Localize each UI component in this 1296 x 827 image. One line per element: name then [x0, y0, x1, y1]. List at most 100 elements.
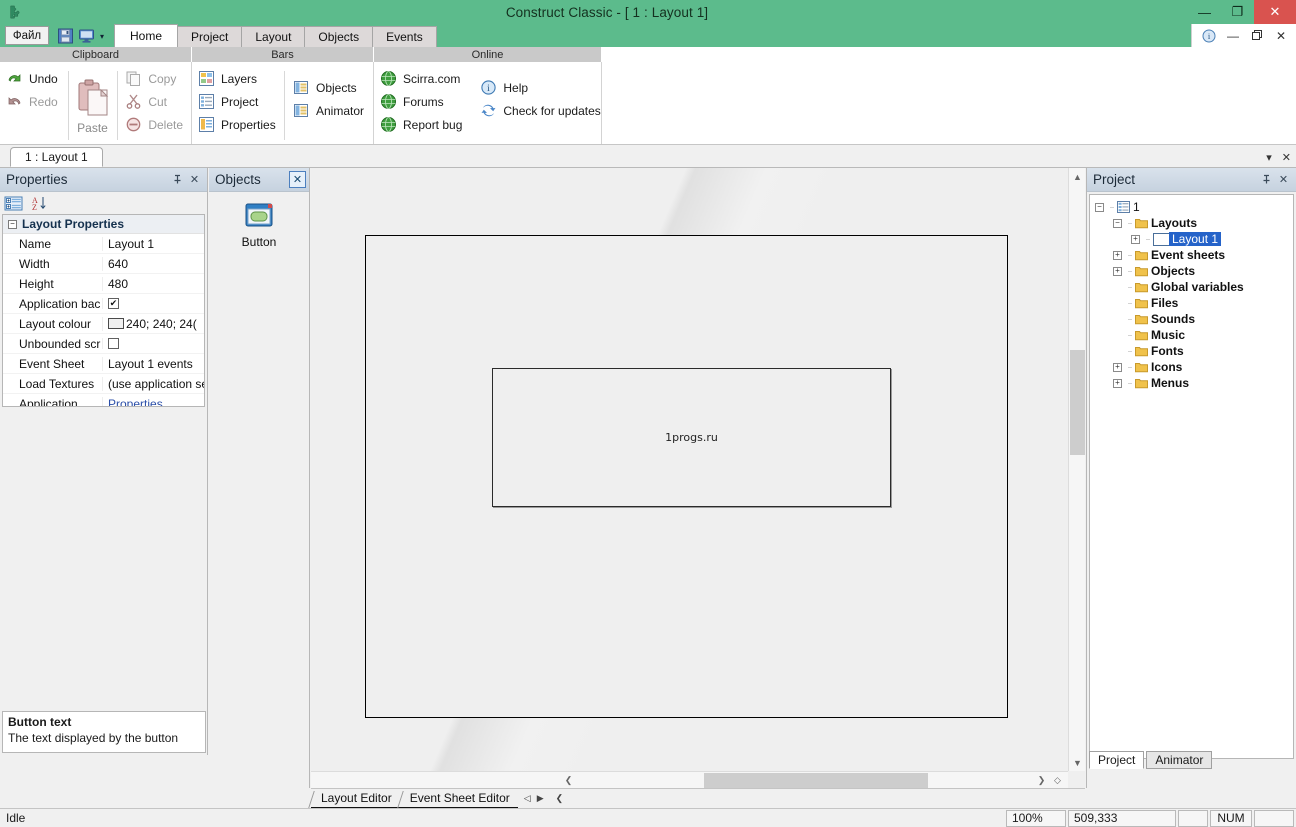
property-row-application[interactable]: Application Properties — [3, 394, 204, 407]
ribbon-tab-objects[interactable]: Objects — [304, 26, 374, 47]
inner-minimize-button[interactable]: — — [1222, 26, 1244, 46]
tree-node-music[interactable]: ·· Music — [1093, 327, 1293, 343]
property-row-name[interactable]: Name Layout 1 — [3, 234, 204, 254]
property-value[interactable]: 640 — [102, 256, 204, 271]
tree-node-fonts[interactable]: ·· Fonts — [1093, 343, 1293, 359]
property-row-layout-colour[interactable]: Layout colour 240; 240; 24( — [3, 314, 204, 334]
checkbox-unchecked[interactable] — [108, 338, 119, 349]
property-row-load-textures[interactable]: Load Textures (use application se — [3, 374, 204, 394]
editor-tab-scroll-icon[interactable]: ❮ — [556, 793, 564, 804]
scroll-down-icon[interactable]: ▼ — [1069, 754, 1085, 771]
properties-bar-button[interactable]: Properties — [192, 113, 282, 136]
property-value[interactable] — [102, 338, 204, 349]
colour-swatch[interactable] — [108, 318, 124, 329]
ribbon-tab-layout[interactable]: Layout — [241, 26, 306, 47]
tab-list-icon[interactable]: ▾ — [1266, 151, 1272, 164]
ribbon-tab-project[interactable]: Project — [177, 26, 243, 47]
document-tab-layout-1[interactable]: 1 : Layout 1 — [10, 147, 103, 167]
tree-node-objects[interactable]: + ·· Objects — [1093, 263, 1293, 279]
categorized-view-icon[interactable] — [4, 195, 23, 212]
customize-qat-icon[interactable]: ▾ — [100, 32, 104, 41]
expander-icon[interactable]: + — [1113, 362, 1122, 372]
collapse-group-icon[interactable]: − — [8, 219, 17, 229]
expander-icon[interactable]: − — [1113, 218, 1122, 228]
property-value[interactable]: (use application se — [102, 376, 204, 391]
tree-node-layouts[interactable]: − ·· Layouts — [1093, 215, 1293, 231]
project-panel-tab-project[interactable]: Project — [1089, 751, 1145, 769]
paste-button[interactable]: Paste — [71, 67, 115, 144]
checkbox-checked[interactable]: ✔ — [108, 298, 119, 309]
tree-node-files[interactable]: ·· Files — [1093, 295, 1293, 311]
ribbon-tab-events[interactable]: Events — [372, 26, 437, 47]
tree-node-menus[interactable]: + ·· Menus — [1093, 375, 1293, 391]
tree-node-global-variables[interactable]: ·· Global variables — [1093, 279, 1293, 295]
project-bar-button[interactable]: Project — [192, 90, 282, 113]
copy-button[interactable]: Copy — [119, 67, 191, 90]
pin-icon[interactable] — [169, 171, 186, 188]
scroll-extra-icon[interactable]: ◇ — [1049, 772, 1066, 788]
property-value[interactable]: Properties — [102, 396, 204, 407]
report-bug-button[interactable]: Report bug — [374, 113, 470, 136]
ribbon-tab-home[interactable]: Home — [114, 24, 179, 47]
delete-button[interactable]: Delete — [119, 113, 191, 136]
pin-icon[interactable] — [1258, 171, 1275, 188]
animator-bar-button[interactable]: Animator — [287, 99, 372, 122]
property-value[interactable]: ✔ — [102, 298, 204, 309]
horizontal-scroll-thumb[interactable] — [704, 773, 928, 788]
tree-node-icons[interactable]: + ·· Icons — [1093, 359, 1293, 375]
objects-bar-button[interactable]: Objects — [287, 76, 372, 99]
file-menu-button[interactable]: Файл — [5, 26, 49, 45]
expander-icon[interactable]: + — [1113, 250, 1122, 260]
tree-node-sounds[interactable]: ·· Sounds — [1093, 311, 1293, 327]
expander-icon[interactable]: + — [1113, 378, 1122, 388]
alphabetical-sort-icon[interactable]: A Z — [30, 195, 49, 212]
property-row-height[interactable]: Height 480 — [3, 274, 204, 294]
status-zoom[interactable]: 100% — [1006, 809, 1066, 827]
layout-canvas[interactable]: 1progs.ru — [311, 168, 1068, 771]
tree-node-application[interactable]: − ·· 1 — [1093, 199, 1293, 215]
undo-button[interactable]: Undo — [0, 67, 66, 90]
project-tree[interactable]: − ·· 1 − ·· Layouts + ·· Layout 1 + ·· E… — [1089, 194, 1294, 759]
tree-node-layout-1[interactable]: + ·· Layout 1 — [1093, 231, 1293, 247]
forums-button[interactable]: Forums — [374, 90, 470, 113]
cut-button[interactable]: Cut — [119, 90, 191, 113]
property-value[interactable]: 240; 240; 24( — [102, 316, 204, 331]
canvas-horizontal-scrollbar[interactable]: ❮ ❯ ◇ — [311, 771, 1068, 788]
canvas-vertical-scrollbar[interactable]: ▲ ▼ — [1068, 168, 1085, 771]
property-row-application-background[interactable]: Application bac ✔ — [3, 294, 204, 314]
property-value[interactable]: Layout 1 events — [102, 356, 204, 371]
inner-close-button[interactable]: ✕ — [1270, 26, 1292, 46]
editor-tab-prev-icon[interactable]: ◁ — [524, 793, 531, 804]
save-icon[interactable] — [57, 28, 74, 44]
scroll-right-icon[interactable]: ❯ — [1033, 772, 1050, 788]
object-list-item-button[interactable]: Button — [209, 200, 309, 249]
close-button[interactable]: ✕ — [1254, 0, 1296, 24]
close-document-icon[interactable]: ✕ — [1282, 151, 1291, 164]
property-row-event-sheet[interactable]: Event Sheet Layout 1 events — [3, 354, 204, 374]
minimize-button[interactable]: — — [1188, 0, 1221, 24]
property-row-unbounded-scrolling[interactable]: Unbounded scr — [3, 334, 204, 354]
project-panel-tab-animator[interactable]: Animator — [1146, 751, 1213, 769]
close-properties-icon[interactable]: ✕ — [186, 171, 203, 188]
expander-icon[interactable]: + — [1131, 234, 1140, 244]
close-objects-icon[interactable]: ✕ — [289, 171, 306, 188]
run-application-icon[interactable] — [78, 28, 95, 44]
redo-button[interactable]: Redo — [0, 90, 66, 113]
expander-icon[interactable]: + — [1113, 266, 1122, 276]
check-for-updates-button[interactable]: Check for updates — [474, 99, 608, 122]
help-button[interactable]: i Help — [474, 76, 608, 99]
scroll-up-icon[interactable]: ▲ — [1069, 168, 1085, 185]
application-properties-link[interactable]: Properties — [108, 397, 163, 407]
expander-icon[interactable]: − — [1095, 202, 1104, 212]
editor-tab-event-sheet-editor[interactable]: Event Sheet Editor — [399, 790, 518, 808]
layers-bar-button[interactable]: Layers — [192, 67, 282, 90]
ribbon-info-icon[interactable]: i — [1198, 26, 1220, 46]
property-value[interactable]: Layout 1 — [102, 236, 204, 251]
button-instance[interactable]: 1progs.ru — [492, 368, 891, 507]
inner-restore-button[interactable] — [1246, 26, 1268, 46]
properties-group-header[interactable]: − Layout Properties — [3, 215, 204, 234]
property-row-width[interactable]: Width 640 — [3, 254, 204, 274]
close-project-icon[interactable]: ✕ — [1275, 171, 1292, 188]
property-value[interactable]: 480 — [102, 276, 204, 291]
scirra-com-button[interactable]: Scirra.com — [374, 67, 470, 90]
